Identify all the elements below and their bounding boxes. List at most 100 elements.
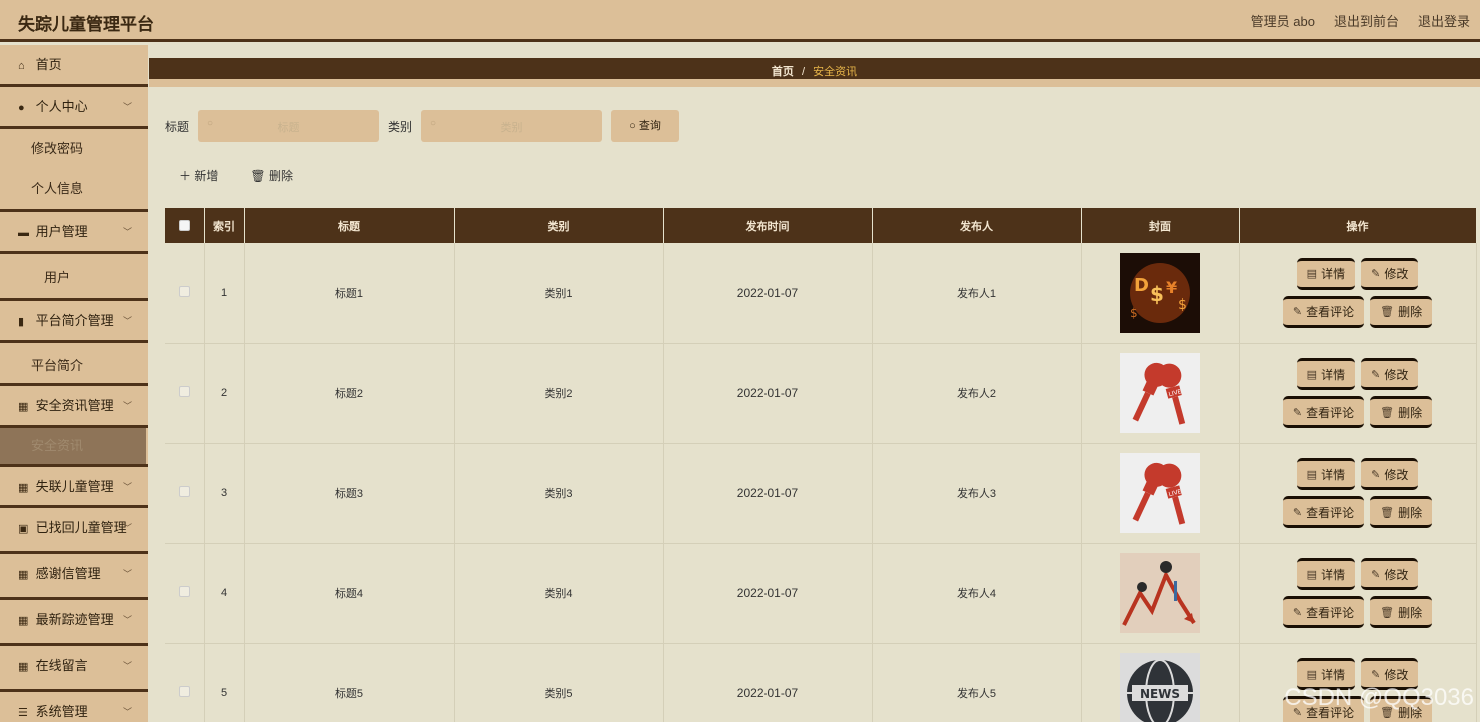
sidebar-subitem-user[interactable]: 用户 xyxy=(0,254,148,298)
detail-button[interactable]: ▤ 详情 xyxy=(1296,358,1356,390)
cover-image[interactable] xyxy=(1120,553,1200,633)
edit-button[interactable]: ✎ 修改 xyxy=(1361,558,1419,590)
title-search-input[interactable]: ○ 标题 xyxy=(198,110,380,142)
document-icon: ▤ xyxy=(1306,368,1318,381)
detail-button[interactable]: ▤ 详情 xyxy=(1296,257,1356,290)
select-all-checkbox[interactable] xyxy=(178,220,190,232)
trash-icon: 🗑 xyxy=(1380,506,1395,519)
document-icon: ▤ xyxy=(1306,268,1318,281)
breadcrumb-home[interactable]: 首页 xyxy=(772,66,794,78)
sidebar-item-thanks-mgmt[interactable]: ▦ 感谢信管理 ﹀ xyxy=(0,554,148,600)
sidebar-item-found-mgmt[interactable]: ▣ 已找回儿童管理 ﹀ xyxy=(0,508,148,554)
table-actions: ＋ 新增 🗑 删除 xyxy=(179,167,293,184)
row-checkbox[interactable] xyxy=(178,686,190,697)
sidebar-item-platform-mgmt[interactable]: ▮ 平台简介管理 ﹀ xyxy=(0,298,148,343)
cell-index: 1 xyxy=(204,243,245,344)
sidebar-item-news-mgmt[interactable]: ▦ 安全资讯管理 ﹀ xyxy=(0,383,148,428)
delete-button[interactable]: 🗑 删除 xyxy=(1370,396,1433,428)
sidebar-subitem-personal-info[interactable]: 个人信息 xyxy=(0,169,148,209)
sidebar-subitem-change-password[interactable]: 修改密码 xyxy=(0,129,148,169)
view-comments-button[interactable]: ✎ 查看评论 xyxy=(1282,295,1365,328)
watermark: CSDN @QQ3036 xyxy=(1284,684,1474,711)
query-button[interactable]: ○ 查询 xyxy=(611,110,680,142)
chevron-down-icon: ﹀ xyxy=(122,661,132,671)
row-operations: ▤ 详情 ✎ 修改 ✎ 查看评论 🗑 删除 xyxy=(1240,558,1476,628)
cell-date: 2022-01-07 xyxy=(663,643,873,722)
chevron-down-icon: ﹀ xyxy=(122,401,132,411)
grid-icon: ▦ xyxy=(18,569,29,581)
edit-button[interactable]: ✎ 修改 xyxy=(1361,458,1419,490)
exit-to-front-link[interactable]: 退出到前台 xyxy=(1334,11,1399,30)
category-search-input[interactable]: ○ 类别 xyxy=(421,110,603,142)
detail-button[interactable]: ▤ 详情 xyxy=(1296,558,1356,590)
sidebar-item-missing-mgmt[interactable]: ▦ 失联儿童管理 ﹀ xyxy=(0,464,148,508)
svg-text:D: D xyxy=(1134,275,1149,296)
row-checkbox[interactable] xyxy=(178,386,190,397)
table-row: 4 标题4 类别4 2022-01-07 发布人4 ▤ 详情 ✎ 修改 ✎ 查看评论 … xyxy=(165,543,1477,644)
svg-text:$: $ xyxy=(1150,282,1164,306)
delete-button[interactable]: 🗑 删除 xyxy=(1370,295,1433,328)
news-table: 索引 标题 类别 发布时间 发布人 封面 操作 1 标题1 类别1 2022-0… xyxy=(165,208,1477,722)
logout-link[interactable]: 退出登录 xyxy=(1418,11,1470,30)
delete-button[interactable]: 🗑 删除 xyxy=(1370,496,1433,528)
table-row: 1 标题1 类别1 2022-01-07 发布人1 D $ ¥ $ $ ▤ 详情 ✎ 修改 … xyxy=(165,243,1477,344)
view-comments-button[interactable]: ✎ 查看评论 xyxy=(1282,396,1365,428)
delete-button[interactable]: 🗑 删除 xyxy=(1370,596,1433,628)
cover-image[interactable]: D $ ¥ $ $ xyxy=(1120,252,1200,333)
row-checkbox[interactable] xyxy=(178,586,190,597)
main-content: 首页 / 安全资讯 标题 ○ 标题 类别 ○ 类别 ○ 查询 ＋ 新增 🗑 删除 xyxy=(149,45,1480,722)
sidebar-item-home[interactable]: ⌂ 首页 xyxy=(0,45,148,87)
header-title: 标题 xyxy=(244,208,455,243)
bulk-delete-button[interactable]: 🗑 删除 xyxy=(250,167,293,184)
cover-image[interactable]: LIVE xyxy=(1120,453,1200,533)
grid-icon: ▦ xyxy=(18,661,29,673)
pencil-icon: ✎ xyxy=(1371,368,1381,381)
cell-title: 标题1 xyxy=(244,243,455,344)
detail-button[interactable]: ▤ 详情 xyxy=(1296,458,1356,490)
sidebar-subitem-news[interactable]: 安全资讯 xyxy=(0,428,146,464)
sidebar-item-system-mgmt[interactable]: ☰ 系统管理 ﹀ xyxy=(0,692,148,722)
table-row: 3 标题3 类别3 2022-01-07 发布人3 LIVE ▤ 详情 ✎ 修改 ✎… xyxy=(165,443,1477,544)
edit-button[interactable]: ✎ 修改 xyxy=(1361,358,1419,390)
sidebar-subitem-platform-intro[interactable]: 平台简介 xyxy=(0,343,148,383)
row-operations: ▤ 详情 ✎ 修改 ✎ 查看评论 🗑 删除 xyxy=(1240,358,1476,428)
row-checkbox[interactable] xyxy=(178,486,190,497)
category-search-label: 类别 xyxy=(388,119,413,134)
cell-index: 3 xyxy=(204,443,245,544)
sidebar-item-user-mgmt[interactable]: ▬ 用户管理 ﹀ xyxy=(0,209,148,254)
table-header-row: 索引 标题 类别 发布时间 发布人 封面 操作 xyxy=(165,208,1477,243)
cell-date: 2022-01-07 xyxy=(663,343,873,444)
chevron-down-icon: ﹀ xyxy=(122,227,132,237)
cover-image[interactable]: NEWS xyxy=(1120,653,1200,722)
trash-icon: 🗑 xyxy=(1380,606,1395,619)
cell-category: 类别3 xyxy=(454,443,664,544)
select-all-header[interactable] xyxy=(165,208,205,243)
chevron-down-icon: ﹀ xyxy=(122,482,132,492)
trash-icon: 🗑 xyxy=(1380,406,1395,419)
header-publisher: 发布人 xyxy=(872,208,1082,243)
pencil-icon: ✎ xyxy=(1371,468,1381,481)
cell-index: 2 xyxy=(204,343,245,444)
plus-icon: ＋ xyxy=(179,169,192,183)
grid-icon: ▦ xyxy=(18,615,29,627)
header-operations: 操作 xyxy=(1239,208,1477,243)
user-group-icon: ▬ xyxy=(18,227,29,239)
svg-text:$: $ xyxy=(1178,297,1187,313)
view-comments-button[interactable]: ✎ 查看评论 xyxy=(1282,596,1365,628)
cell-publisher: 发布人5 xyxy=(872,643,1082,722)
edit-button[interactable]: ✎ 修改 xyxy=(1361,257,1419,290)
trash-icon: 🗑 xyxy=(1380,306,1395,319)
cell-category: 类别5 xyxy=(454,643,664,722)
svg-text:$: $ xyxy=(1130,306,1138,320)
sidebar-item-personal[interactable]: ● 个人中心 ﹀ xyxy=(0,87,148,129)
admin-user-label: 管理员 abo xyxy=(1250,14,1315,29)
cell-index: 5 xyxy=(204,643,245,722)
pencil-icon: ✎ xyxy=(1292,506,1303,519)
cell-title: 标题5 xyxy=(244,643,455,722)
view-comments-button[interactable]: ✎ 查看评论 xyxy=(1282,496,1365,528)
sidebar-item-message[interactable]: ▦ 在线留言 ﹀ xyxy=(0,646,148,692)
add-button[interactable]: ＋ 新增 xyxy=(179,167,218,184)
cover-image[interactable]: LIVE xyxy=(1120,353,1200,433)
row-checkbox[interactable] xyxy=(178,285,190,297)
sidebar-item-trace-mgmt[interactable]: ▦ 最新踪迹管理 ﹀ xyxy=(0,600,148,646)
